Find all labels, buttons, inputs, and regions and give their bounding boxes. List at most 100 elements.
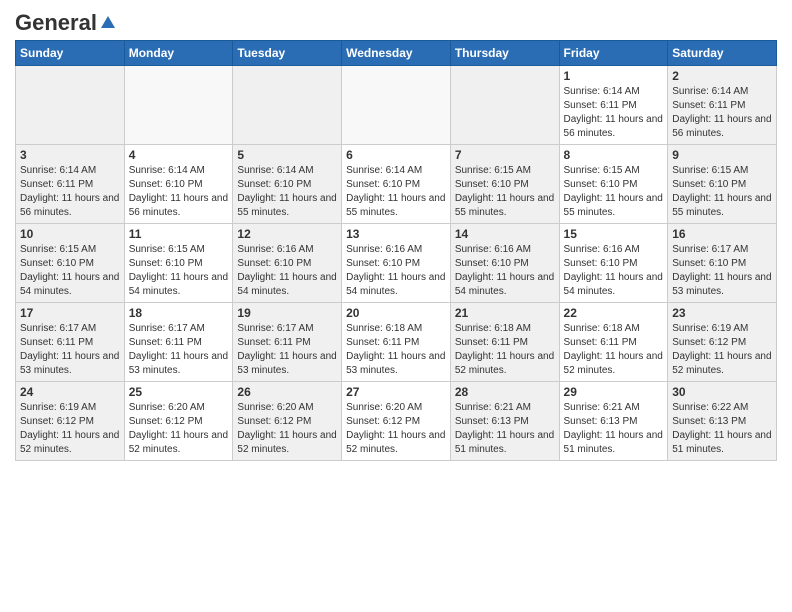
calendar-day: 25 Sunrise: 6:20 AM Sunset: 6:12 PM Dayli… <box>124 382 233 461</box>
calendar-week-2: 3Sunrise: 6:14 AM Sunset: 6:11 PM Daylig… <box>16 145 777 224</box>
calendar-day: 16 Sunrise: 6:17 AM Sunset: 6:10 PM Dayli… <box>668 224 777 303</box>
weekday-header-thursday: Thursday <box>450 41 559 66</box>
calendar-week-4: 17 Sunrise: 6:17 AM Sunset: 6:11 PM Dayli… <box>16 303 777 382</box>
calendar-day: 26 Sunrise: 6:20 AM Sunset: 6:12 PM Dayli… <box>233 382 342 461</box>
weekday-header-saturday: Saturday <box>668 41 777 66</box>
day-info: Sunrise: 6:18 AM Sunset: 6:11 PM Dayligh… <box>346 322 446 378</box>
calendar-day: 21 Sunrise: 6:18 AM Sunset: 6:11 PM Dayli… <box>450 303 559 382</box>
day-info: Sunrise: 6:17 AM Sunset: 6:10 PM Dayligh… <box>672 243 772 299</box>
weekday-header-sunday: Sunday <box>16 41 125 66</box>
day-number: 18 <box>129 306 229 320</box>
calendar-day: 19 Sunrise: 6:17 AM Sunset: 6:11 PM Dayli… <box>233 303 342 382</box>
day-number: 30 <box>672 385 772 399</box>
day-info: Sunrise: 6:17 AM Sunset: 6:11 PM Dayligh… <box>20 322 120 378</box>
day-number: 25 <box>129 385 229 399</box>
day-number: 29 <box>564 385 664 399</box>
calendar-day: 20 Sunrise: 6:18 AM Sunset: 6:11 PM Dayli… <box>342 303 451 382</box>
calendar-day: 4 Sunrise: 6:14 AM Sunset: 6:10 PM Daylig… <box>124 145 233 224</box>
calendar-day <box>342 66 451 145</box>
day-number: 21 <box>455 306 555 320</box>
day-number: 10 <box>20 227 120 241</box>
day-info: Sunrise: 6:14 AM Sunset: 6:11 PM Dayligh… <box>20 164 120 220</box>
page-header: General <box>15 10 777 32</box>
calendar-day: 29 Sunrise: 6:21 AM Sunset: 6:13 PM Dayli… <box>559 382 668 461</box>
calendar-day: 12Sunrise: 6:16 AM Sunset: 6:10 PM Dayli… <box>233 224 342 303</box>
calendar-day: 8Sunrise: 6:15 AM Sunset: 6:10 PM Daylig… <box>559 145 668 224</box>
logo-icon <box>99 14 117 32</box>
calendar-week-3: 10 Sunrise: 6:15 AM Sunset: 6:10 PM Dayli… <box>16 224 777 303</box>
day-number: 1 <box>564 69 664 83</box>
calendar-day: 30 Sunrise: 6:22 AM Sunset: 6:13 PM Dayli… <box>668 382 777 461</box>
day-info: Sunrise: 6:16 AM Sunset: 6:10 PM Dayligh… <box>346 243 446 299</box>
calendar-day <box>16 66 125 145</box>
calendar-table: SundayMondayTuesdayWednesdayThursdayFrid… <box>15 40 777 461</box>
calendar-day: 13 Sunrise: 6:16 AM Sunset: 6:10 PM Dayli… <box>342 224 451 303</box>
day-info: Sunrise: 6:16 AM Sunset: 6:10 PM Dayligh… <box>455 243 555 299</box>
calendar-day: 7 Sunrise: 6:15 AM Sunset: 6:10 PM Daylig… <box>450 145 559 224</box>
calendar-day <box>450 66 559 145</box>
day-info: Sunrise: 6:20 AM Sunset: 6:12 PM Dayligh… <box>237 401 337 457</box>
calendar-day: 18 Sunrise: 6:17 AM Sunset: 6:11 PM Dayli… <box>124 303 233 382</box>
day-info: Sunrise: 6:21 AM Sunset: 6:13 PM Dayligh… <box>455 401 555 457</box>
calendar-day: 14 Sunrise: 6:16 AM Sunset: 6:10 PM Dayli… <box>450 224 559 303</box>
calendar-day: 6 Sunrise: 6:14 AM Sunset: 6:10 PM Daylig… <box>342 145 451 224</box>
day-info: Sunrise: 6:15 AM Sunset: 6:10 PM Dayligh… <box>20 243 120 299</box>
calendar-day: 10 Sunrise: 6:15 AM Sunset: 6:10 PM Dayli… <box>16 224 125 303</box>
day-info: Sunrise: 6:18 AM Sunset: 6:11 PM Dayligh… <box>455 322 555 378</box>
calendar-day: 17 Sunrise: 6:17 AM Sunset: 6:11 PM Dayli… <box>16 303 125 382</box>
day-number: 19 <box>237 306 337 320</box>
day-number: 11 <box>129 227 229 241</box>
day-number: 2 <box>672 69 772 83</box>
day-info: Sunrise: 6:20 AM Sunset: 6:12 PM Dayligh… <box>346 401 446 457</box>
calendar-week-5: 24 Sunrise: 6:19 AM Sunset: 6:12 PM Dayli… <box>16 382 777 461</box>
day-number: 8 <box>564 148 664 162</box>
day-info: Sunrise: 6:14 AM Sunset: 6:10 PM Dayligh… <box>346 164 446 220</box>
calendar-day: 27 Sunrise: 6:20 AM Sunset: 6:12 PM Dayli… <box>342 382 451 461</box>
day-info: Sunrise: 6:19 AM Sunset: 6:12 PM Dayligh… <box>20 401 120 457</box>
day-number: 16 <box>672 227 772 241</box>
day-number: 13 <box>346 227 446 241</box>
calendar-day: 22Sunrise: 6:18 AM Sunset: 6:11 PM Dayli… <box>559 303 668 382</box>
calendar-day <box>124 66 233 145</box>
day-info: Sunrise: 6:21 AM Sunset: 6:13 PM Dayligh… <box>564 401 664 457</box>
day-number: 15 <box>564 227 664 241</box>
weekday-header-tuesday: Tuesday <box>233 41 342 66</box>
day-number: 27 <box>346 385 446 399</box>
logo-general: General <box>15 10 97 36</box>
calendar-day <box>233 66 342 145</box>
calendar-day: 2 Sunrise: 6:14 AM Sunset: 6:11 PM Daylig… <box>668 66 777 145</box>
day-number: 20 <box>346 306 446 320</box>
day-info: Sunrise: 6:15 AM Sunset: 6:10 PM Dayligh… <box>455 164 555 220</box>
day-info: Sunrise: 6:14 AM Sunset: 6:10 PM Dayligh… <box>237 164 337 220</box>
day-info: Sunrise: 6:15 AM Sunset: 6:10 PM Dayligh… <box>129 243 229 299</box>
calendar-day: 3Sunrise: 6:14 AM Sunset: 6:11 PM Daylig… <box>16 145 125 224</box>
day-number: 23 <box>672 306 772 320</box>
day-info: Sunrise: 6:14 AM Sunset: 6:11 PM Dayligh… <box>564 85 664 141</box>
day-number: 7 <box>455 148 555 162</box>
day-info: Sunrise: 6:22 AM Sunset: 6:13 PM Dayligh… <box>672 401 772 457</box>
day-info: Sunrise: 6:14 AM Sunset: 6:11 PM Dayligh… <box>672 85 772 141</box>
day-info: Sunrise: 6:15 AM Sunset: 6:10 PM Dayligh… <box>672 164 772 220</box>
day-number: 14 <box>455 227 555 241</box>
day-info: Sunrise: 6:17 AM Sunset: 6:11 PM Dayligh… <box>237 322 337 378</box>
day-number: 24 <box>20 385 120 399</box>
day-info: Sunrise: 6:14 AM Sunset: 6:10 PM Dayligh… <box>129 164 229 220</box>
day-number: 4 <box>129 148 229 162</box>
day-number: 9 <box>672 148 772 162</box>
day-info: Sunrise: 6:17 AM Sunset: 6:11 PM Dayligh… <box>129 322 229 378</box>
calendar-day: 23Sunrise: 6:19 AM Sunset: 6:12 PM Dayli… <box>668 303 777 382</box>
day-number: 26 <box>237 385 337 399</box>
calendar-day: 1 Sunrise: 6:14 AM Sunset: 6:11 PM Daylig… <box>559 66 668 145</box>
day-info: Sunrise: 6:16 AM Sunset: 6:10 PM Dayligh… <box>237 243 337 299</box>
day-info: Sunrise: 6:16 AM Sunset: 6:10 PM Dayligh… <box>564 243 664 299</box>
weekday-header-friday: Friday <box>559 41 668 66</box>
calendar-day: 5Sunrise: 6:14 AM Sunset: 6:10 PM Daylig… <box>233 145 342 224</box>
day-info: Sunrise: 6:18 AM Sunset: 6:11 PM Dayligh… <box>564 322 664 378</box>
logo: General <box>15 10 117 32</box>
day-number: 6 <box>346 148 446 162</box>
calendar-week-1: 1 Sunrise: 6:14 AM Sunset: 6:11 PM Daylig… <box>16 66 777 145</box>
calendar-day: 24 Sunrise: 6:19 AM Sunset: 6:12 PM Dayli… <box>16 382 125 461</box>
weekday-header-wednesday: Wednesday <box>342 41 451 66</box>
day-info: Sunrise: 6:20 AM Sunset: 6:12 PM Dayligh… <box>129 401 229 457</box>
day-number: 17 <box>20 306 120 320</box>
